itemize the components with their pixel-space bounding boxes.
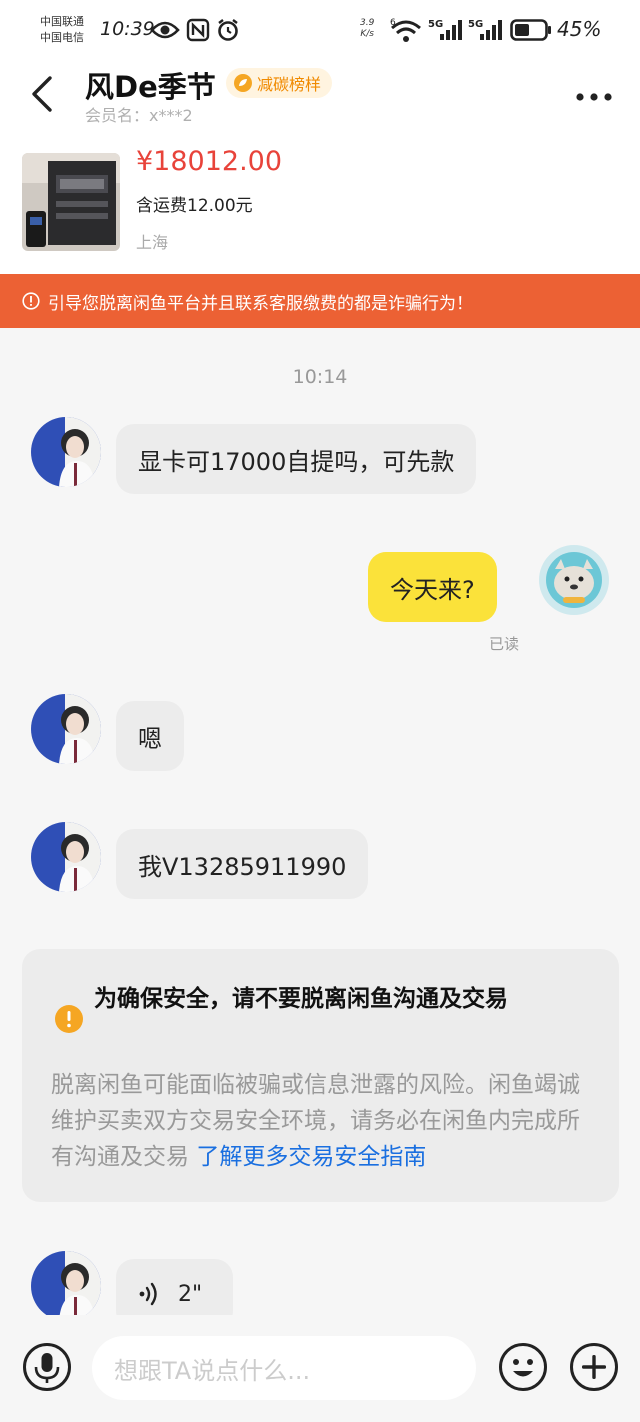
signal-2-icon: 5G <box>468 19 502 40</box>
message-text: 今天来? <box>390 575 475 604</box>
product-location: 上海 <box>136 233 169 252</box>
wifi-label: 6 <box>390 18 396 28</box>
status-time: 10:39 <box>100 18 155 40</box>
voice-duration: 2" <box>178 1281 203 1307</box>
seller-avatar-image <box>31 1251 101 1321</box>
chat-header: 风De季节 减碳榜样 会员名：x***2 <box>0 60 640 136</box>
chat-timestamp: 10:14 <box>292 366 348 388</box>
seller-avatar[interactable] <box>31 694 101 764</box>
seller-avatar-image <box>31 417 101 487</box>
seller-avatar-image <box>31 694 101 764</box>
plus-circle-icon[interactable] <box>569 1342 619 1392</box>
my-avatar[interactable] <box>539 545 609 615</box>
chevron-left-icon[interactable] <box>28 74 58 114</box>
alarm-icon <box>218 19 238 41</box>
message-text: 嗯 <box>138 724 162 753</box>
signal-2-label: 5G <box>468 19 483 30</box>
product-thumbnail[interactable] <box>22 153 120 251</box>
my-avatar-image <box>539 545 609 615</box>
net-speed-unit: K/s <box>360 29 374 39</box>
message-bubble-incoming[interactable]: 显卡可17000自提吗，可先款 <box>116 424 477 494</box>
carrier-labels: 中国联通 中国电信 <box>40 14 84 46</box>
leaf-badge-icon <box>234 74 252 92</box>
signal-1-label: 5G <box>428 19 443 30</box>
warning-text: 引导您脱离闲鱼平台并且联系客服缴费的都是诈骗行为！ <box>48 293 473 314</box>
more-dots-icon[interactable] <box>575 92 613 102</box>
product-price: ¥18012.00 <box>136 146 283 177</box>
seller-avatar[interactable] <box>31 1251 101 1321</box>
eye-icon <box>150 21 180 39</box>
exclamation-icon <box>55 1005 83 1033</box>
nfc-icon <box>186 18 210 42</box>
input-bar: 想跟TA说点什么... <box>0 1315 640 1422</box>
microphone-icon[interactable] <box>22 1342 72 1392</box>
safety-notice-card: 为确保安全，请不要脱离闲鱼沟通及交易 脱离闲鱼可能面临被骗或信息泄露的风险。闲鱼… <box>22 949 619 1202</box>
safety-body: 脱离闲鱼可能面临被骗或信息泄露的风险。闲鱼竭诚维护买卖双方交易安全环境，请务必在… <box>51 1067 596 1175</box>
sound-wave-icon <box>139 1282 157 1306</box>
message-text: 我V13285911990 <box>138 852 347 881</box>
message-text: 显卡可17000自提吗，可先款 <box>138 447 455 476</box>
product-shipping: 含运费12.00元 <box>136 196 253 216</box>
net-speed: 3.9 K/s <box>360 18 374 40</box>
message-bubble-incoming[interactable]: 我V13285911990 <box>116 829 369 899</box>
contact-name: 风De季节 <box>85 70 216 104</box>
wifi-icon: 6 <box>390 18 421 42</box>
message-bubble-outgoing[interactable]: 今天来? <box>368 552 497 622</box>
signal-1-icon: 5G <box>428 19 462 40</box>
read-status: 已读 <box>489 635 520 653</box>
badge-label: 减碳榜样 <box>257 75 322 94</box>
smile-icon[interactable] <box>498 1342 548 1392</box>
carrier-1: 中国联通 <box>40 15 84 28</box>
alert-circle-icon <box>22 292 40 310</box>
net-speed-value: 3.9 <box>360 18 375 28</box>
product-photo <box>22 153 120 251</box>
message-bubble-incoming[interactable]: 嗯 <box>116 701 184 771</box>
carbon-badge[interactable]: 减碳榜样 <box>226 68 333 98</box>
safety-title: 为确保安全，请不要脱离闲鱼沟通及交易 <box>94 986 508 1012</box>
status-bar: 中国联通 中国电信 10:39 3.9 K/s 6 5G 5G 45% <box>0 0 640 60</box>
message-input[interactable]: 想跟TA说点什么... <box>92 1336 476 1400</box>
seller-avatar-image <box>31 822 101 892</box>
safety-guide-link[interactable]: 了解更多交易安全指南 <box>196 1144 426 1170</box>
battery-icon <box>510 19 551 41</box>
member-name: 会员名：x***2 <box>85 106 193 125</box>
fraud-warning-bar: 引导您脱离闲鱼平台并且联系客服缴费的都是诈骗行为！ <box>0 274 640 328</box>
seller-avatar[interactable] <box>31 417 101 487</box>
carrier-2: 中国电信 <box>40 31 84 44</box>
product-card[interactable]: ¥18012.00 含运费12.00元 上海 <box>0 136 640 274</box>
seller-avatar[interactable] <box>31 822 101 892</box>
battery-percent: 45% <box>557 17 602 41</box>
